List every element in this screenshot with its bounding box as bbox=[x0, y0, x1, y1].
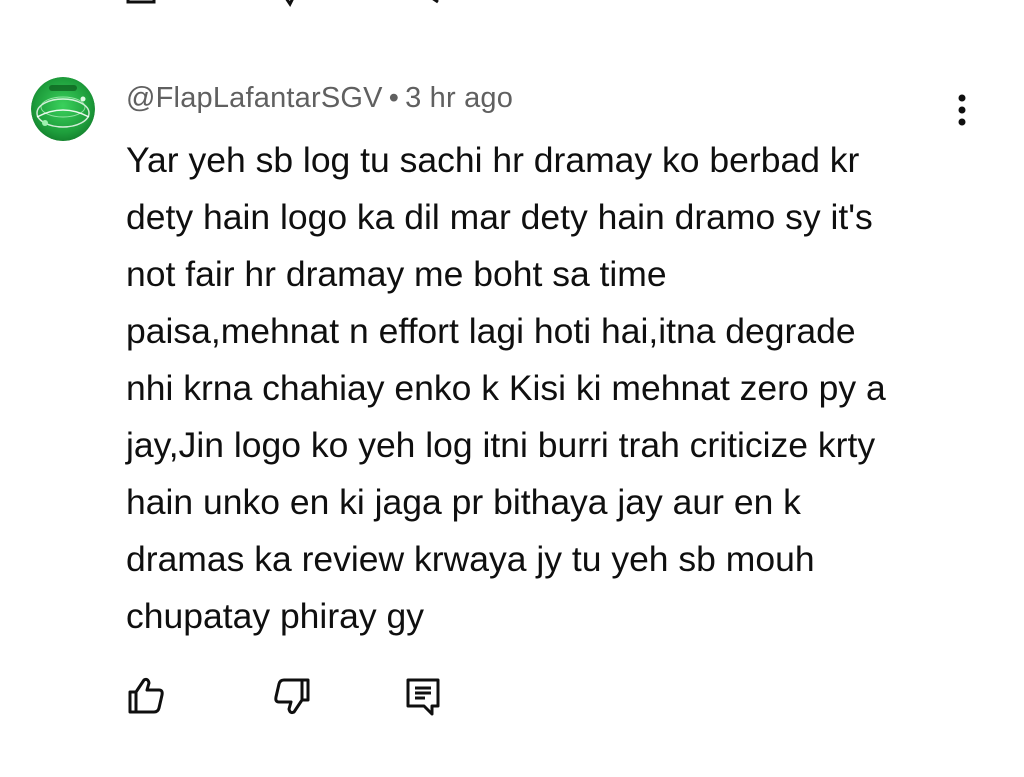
author-handle[interactable]: @FlapLafantarSGV bbox=[126, 82, 383, 114]
comment-text: Yar yeh sb log tu sachi hr dramay ko ber… bbox=[126, 132, 966, 645]
comment-timestamp[interactable]: 3 hr ago bbox=[405, 82, 513, 114]
comment-text-line: nhi krna chahiay enko k Kisi ki mehnat z… bbox=[126, 368, 886, 408]
comment-text-line: jay,Jin logo ko yeh log itni burri trah … bbox=[126, 425, 876, 465]
comment-text-line: chupatay phiray gy bbox=[126, 596, 424, 636]
avatar[interactable] bbox=[31, 77, 95, 141]
comment-thread-item: @FlapLafantarSGV • 3 hr ago Yar yeh sb log… bbox=[0, 0, 1024, 777]
reply-comment-icon bbox=[406, 678, 440, 716]
comment-text-line: paisa,mehnat n effort lagi hoti hai,itna… bbox=[126, 311, 856, 351]
comment-text-line: hain unko en ki jaga pr bithaya jay aur … bbox=[126, 482, 801, 522]
comment-text-line: Yar yeh sb log tu sachi hr dramay ko ber… bbox=[126, 140, 860, 180]
green-circular-avatar bbox=[31, 77, 95, 141]
meta-separator: • bbox=[388, 82, 400, 114]
thumbs-up-icon bbox=[128, 677, 164, 714]
reply-button[interactable] bbox=[400, 672, 448, 720]
comment-text-line: not fair hr dramay me boht sa time bbox=[126, 254, 667, 294]
thumbs-down-icon bbox=[274, 678, 310, 715]
comment-meta: @FlapLafantarSGV • 3 hr ago bbox=[126, 82, 513, 115]
dislike-button[interactable] bbox=[268, 672, 316, 720]
vertical-ellipsis-icon[interactable] bbox=[942, 88, 982, 132]
like-button[interactable] bbox=[122, 672, 170, 720]
comment-text-line: dramas ka review krwaya jy tu yeh sb mou… bbox=[126, 539, 815, 579]
comment-text-line: dety hain logo ka dil mar dety hain dram… bbox=[126, 197, 873, 237]
